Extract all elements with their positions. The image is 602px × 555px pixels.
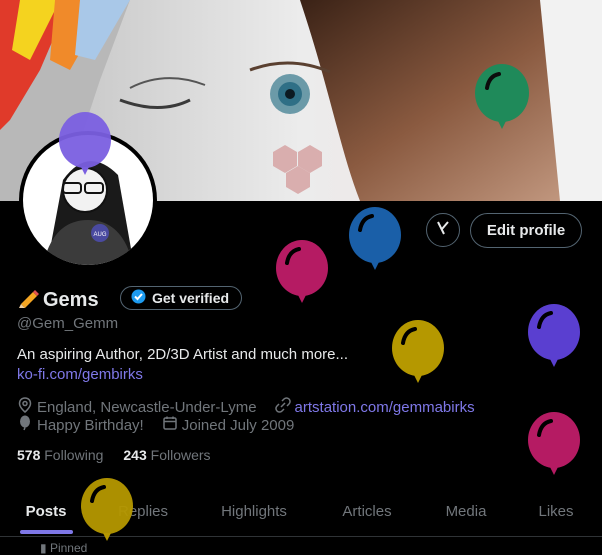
birthday-balloon-magenta-2: [528, 412, 580, 475]
profile-meta-row-1: England, Newcastle-Under-Lyme artstation…: [17, 397, 475, 417]
profile-bio: An aspiring Author, 2D/3D Artist and muc…: [17, 346, 348, 363]
tab-likes[interactable]: Likes: [527, 486, 585, 536]
following-stat[interactable]: 578 Following: [17, 447, 103, 463]
location-text: England, Newcastle-Under-Lyme: [37, 398, 257, 416]
tab-media[interactable]: Media: [430, 486, 502, 536]
grok-button[interactable]: [426, 213, 460, 247]
edit-profile-button[interactable]: Edit profile: [470, 213, 582, 248]
pin-icon: ▮: [40, 541, 50, 555]
calendar-icon: [162, 415, 178, 435]
followers-stat[interactable]: 243 Followers: [123, 447, 210, 463]
birthday-balloon-gold-2: [81, 478, 133, 541]
birthday-balloon-magenta: [276, 240, 328, 303]
birthday-balloon-purple-top: [59, 112, 111, 175]
birthday-balloon-purple: [528, 304, 580, 367]
get-verified-label: Get verified: [152, 290, 230, 306]
pencil-icon: [17, 286, 41, 314]
grok-icon: [435, 220, 451, 241]
link-icon: [274, 397, 291, 417]
tab-active-indicator: [20, 530, 73, 534]
birthday-balloon-green: [475, 64, 529, 129]
profile-handle: @Gem_Gemm: [17, 315, 119, 332]
get-verified-button[interactable]: Get verified: [120, 286, 243, 310]
profile-meta-row-2: Happy Birthday! Joined July 2009: [17, 415, 294, 435]
balloon-icon: [17, 415, 33, 435]
profile-name: Gems: [17, 286, 99, 314]
tab-posts[interactable]: Posts: [14, 486, 78, 536]
tab-articles[interactable]: Articles: [325, 486, 409, 536]
location-icon: [17, 397, 33, 417]
verified-check-icon: [131, 289, 146, 307]
birthday-balloon-gold: [392, 320, 444, 383]
website-link[interactable]: artstation.com/gemmabirks: [295, 399, 475, 416]
avatar-badge-text: AUG: [93, 232, 106, 238]
birthday-text: Happy Birthday!: [37, 416, 144, 434]
tab-highlights[interactable]: Highlights: [205, 486, 303, 536]
joined-text: Joined July 2009: [181, 416, 295, 434]
birthday-balloon-blue: [349, 207, 401, 270]
bio-link[interactable]: ko-fi.com/gembirks: [17, 366, 143, 383]
profile-stats: 578 Following 243 Followers: [17, 447, 211, 463]
display-name: Gems: [43, 288, 99, 311]
